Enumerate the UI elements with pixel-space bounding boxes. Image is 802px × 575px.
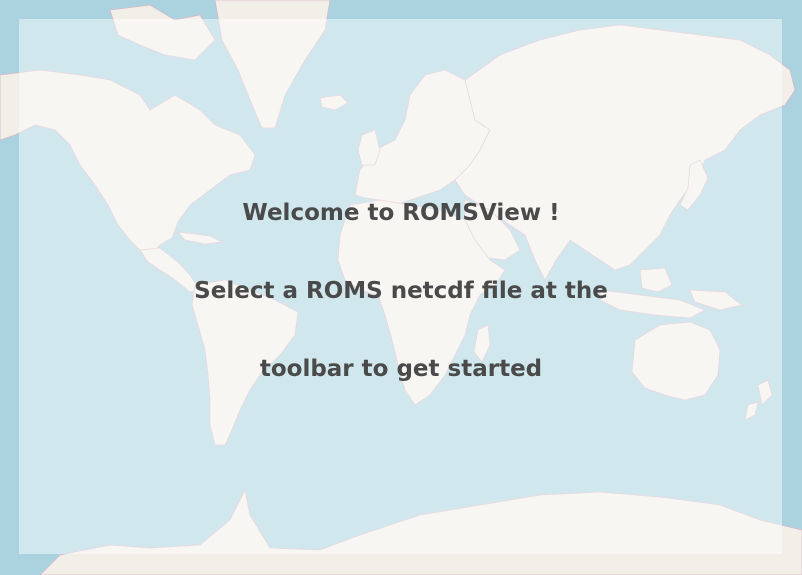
welcome-instruction-line-2: toolbar to get started	[259, 356, 543, 382]
welcome-title: Welcome to ROMSView !	[242, 200, 560, 226]
map-canvas[interactable]: Welcome to ROMSView ! Select a ROMS netc…	[0, 0, 802, 575]
welcome-message: Welcome to ROMSView ! Select a ROMS netc…	[0, 0, 802, 575]
welcome-instruction-line-1: Select a ROMS netcdf file at the	[194, 278, 608, 304]
